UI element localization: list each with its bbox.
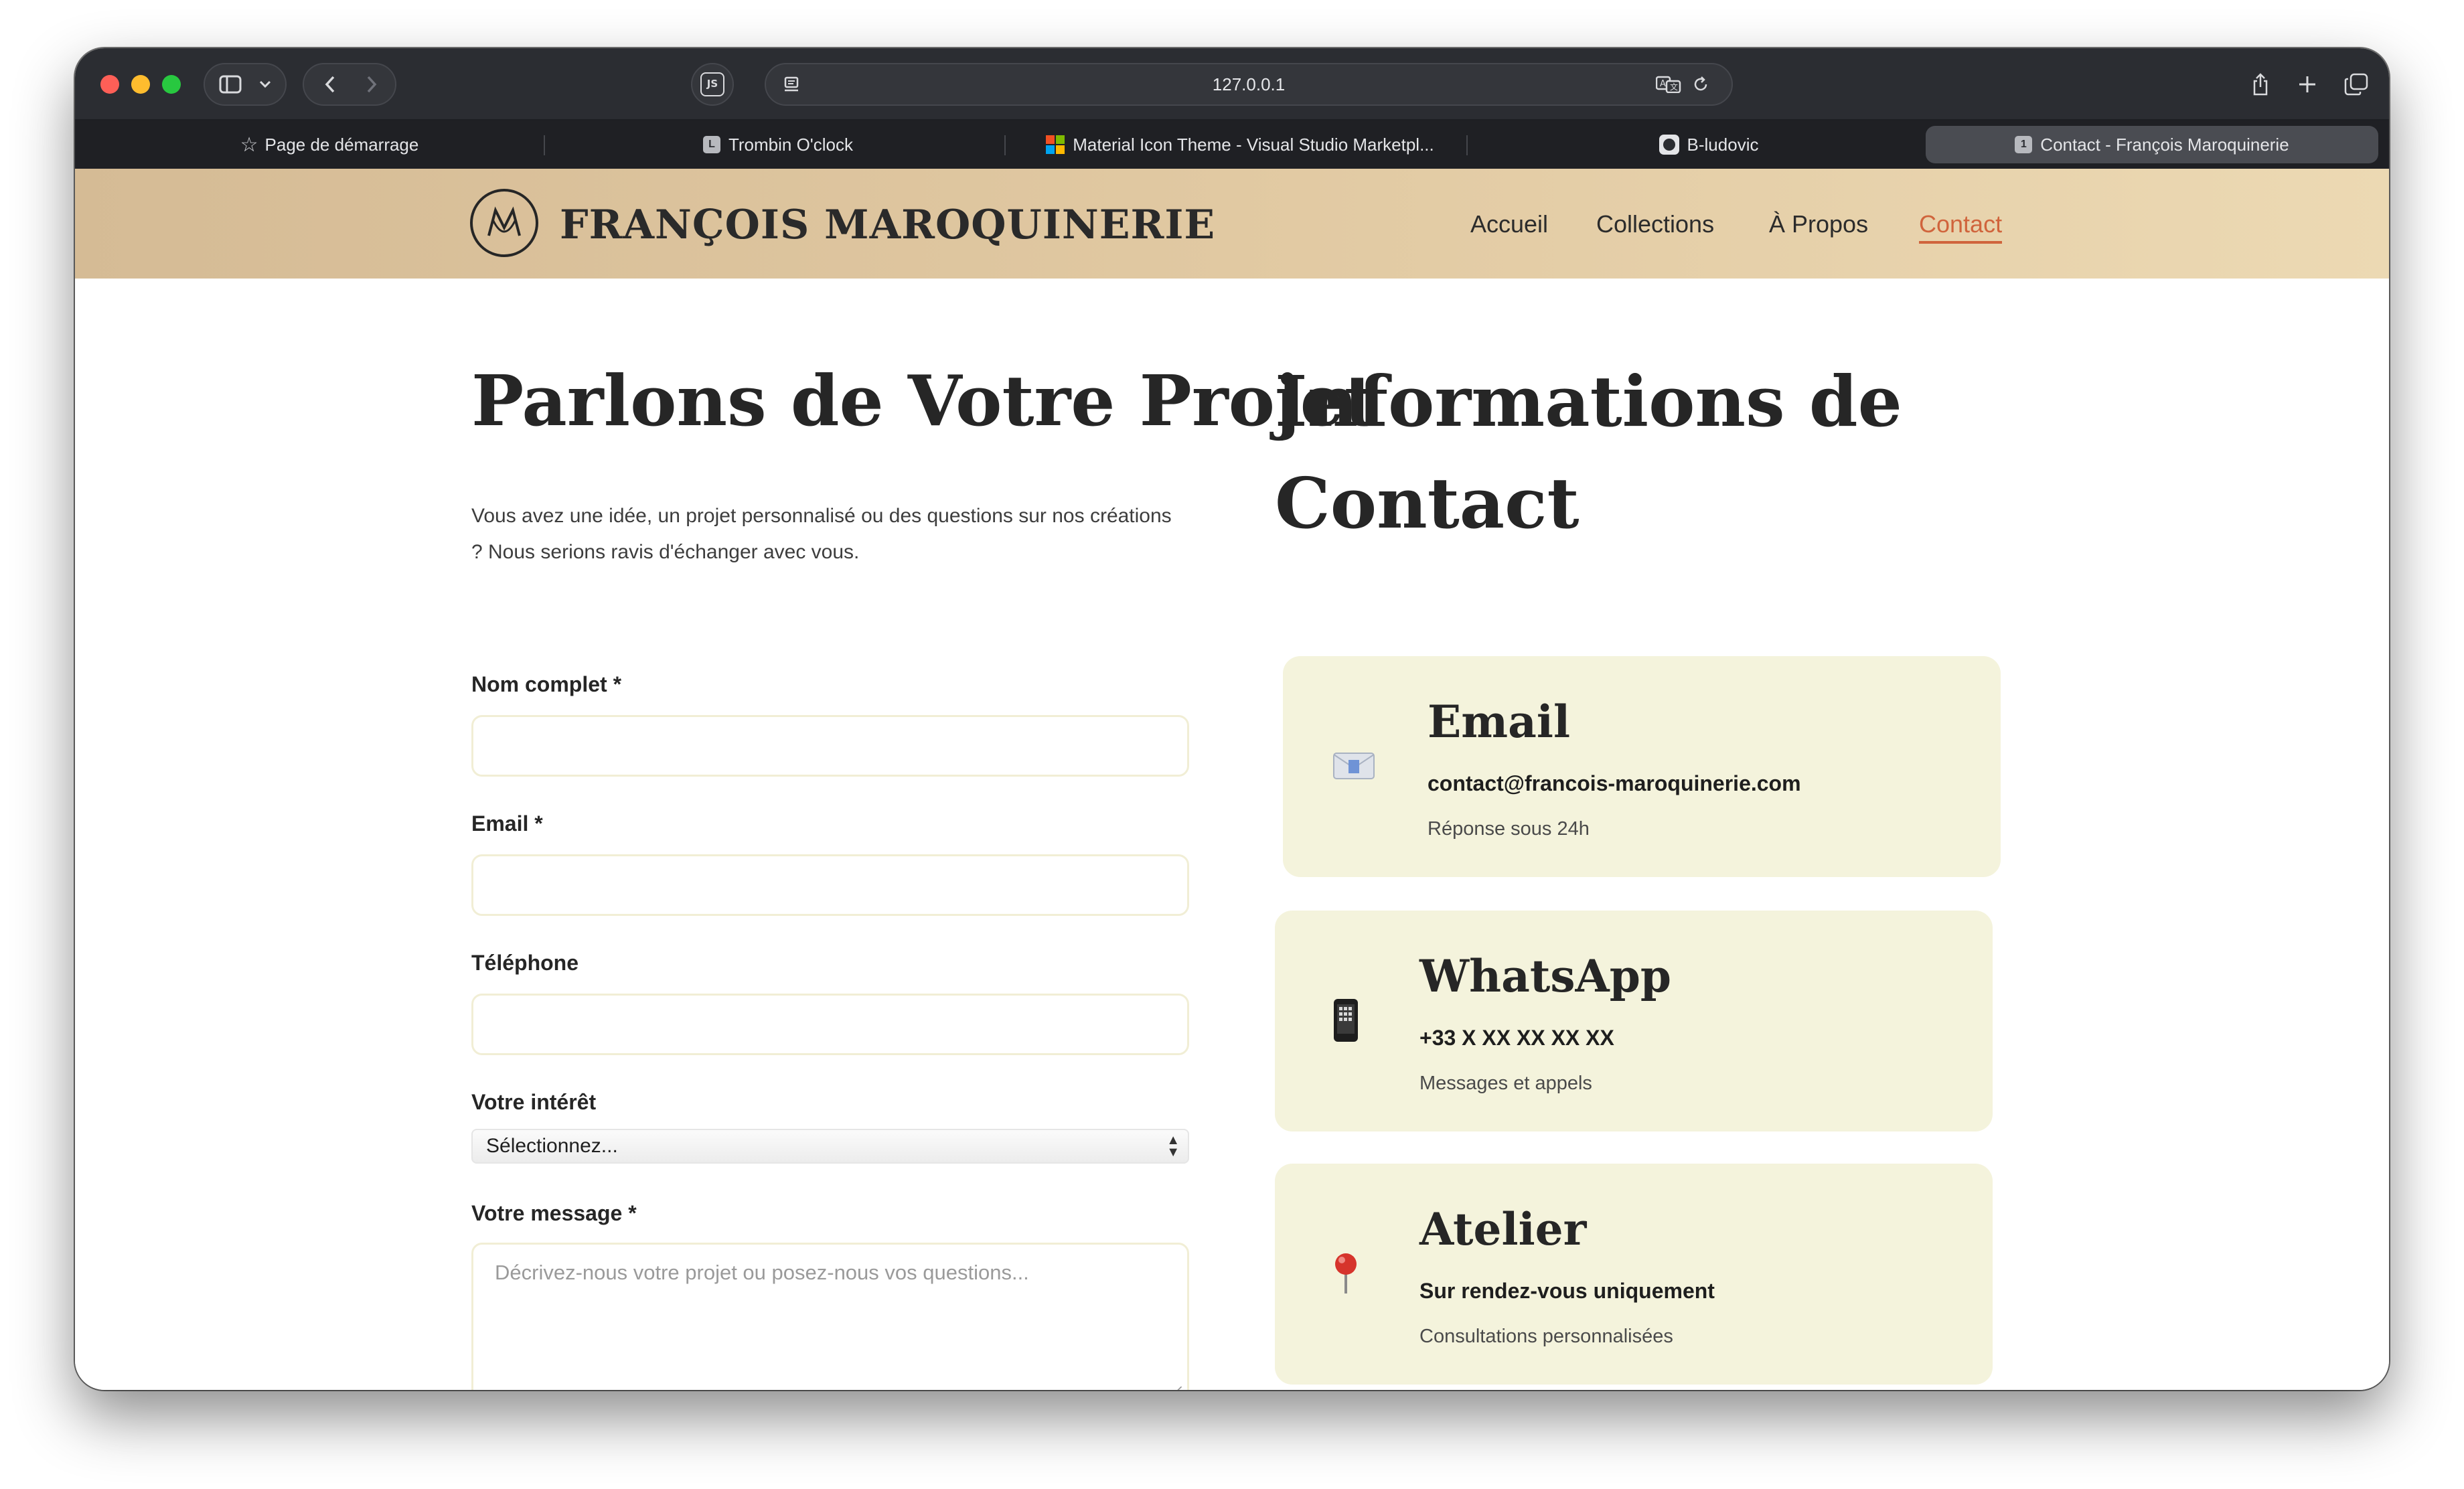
email-input[interactable] — [471, 854, 1189, 916]
js-extension-icon: JS — [699, 64, 726, 104]
extension-button[interactable]: JS — [691, 63, 734, 106]
message-label: Votre message * — [471, 1201, 637, 1225]
phone-input[interactable] — [471, 994, 1189, 1055]
tab-separator — [544, 135, 545, 155]
close-window-button[interactable] — [100, 75, 119, 94]
tab-label: B-ludovic — [1687, 134, 1759, 155]
phone-label: Téléphone — [471, 951, 579, 975]
contact-card-atelier: Atelier Sur rendez-vous uniquement Consu… — [1275, 1164, 1993, 1385]
reload-icon[interactable] — [1687, 64, 1714, 104]
atelier-card-title: Atelier — [1419, 1203, 1587, 1255]
active-nav-underline — [1919, 241, 2003, 244]
envelope-icon — [1330, 742, 1378, 790]
sidebar-toggle-group — [204, 63, 287, 106]
whatsapp-number[interactable]: +33 X XX XX XX XX — [1419, 1026, 1614, 1050]
form-title: Parlons de Votre Projet — [471, 360, 1377, 442]
pin-icon — [1322, 1249, 1370, 1298]
contact-card-email: Email contact@francois-maroquinerie.com … — [1283, 656, 2001, 877]
star-icon: ☆ — [240, 133, 258, 157]
atelier-note: Consultations personnalisées — [1419, 1326, 1673, 1347]
form-intro: Vous avez une idée, un projet personnali… — [471, 498, 1201, 570]
contact-card-whatsapp: WhatsApp +33 X XX XX XX XX Messages et a… — [1275, 911, 1993, 1131]
share-icon[interactable] — [2246, 64, 2275, 104]
brand-name[interactable]: FRANÇOIS MAROQUINERIE — [560, 198, 1215, 252]
nav-contact[interactable]: Contact — [1919, 201, 2003, 248]
tab-start-page[interactable]: ☆ Page de démarrage — [95, 126, 564, 163]
contact-title-line-2: Contact — [1275, 462, 1580, 544]
whatsapp-card-title: WhatsApp — [1419, 950, 1672, 1002]
contact-title: Informations de Contact — [1275, 351, 1902, 554]
zoom-window-button[interactable] — [162, 75, 181, 94]
message-textarea[interactable]: Décrivez-nous votre projet ou posez-nous… — [471, 1243, 1189, 1390]
nav-a-propos[interactable]: À Propos — [1769, 201, 1868, 248]
svg-text:文: 文 — [1670, 82, 1678, 92]
brand-logo-icon[interactable] — [470, 189, 538, 257]
nav-contact-label: Contact — [1919, 210, 2003, 238]
letter-l-icon: L — [702, 136, 720, 153]
tab-overview-icon[interactable] — [2341, 64, 2372, 104]
name-label: Nom complet * — [471, 672, 622, 696]
url-text: 127.0.0.1 — [1212, 74, 1286, 94]
back-arrow-icon[interactable] — [313, 64, 347, 104]
number-one-icon: 1 — [2015, 136, 2033, 153]
tab-label: Trombin O'clock — [728, 134, 854, 155]
site-header: FRANÇOIS MAROQUINERIE Accueil Collection… — [75, 169, 2389, 279]
tab-label: Page de démarrage — [264, 134, 419, 155]
tab-b-ludovic[interactable]: B-ludovic — [1481, 126, 1936, 163]
microsoft-icon — [1046, 135, 1065, 154]
tab-label: Material Icon Theme - Visual Studio Mark… — [1073, 134, 1434, 155]
email-card-title: Email — [1428, 696, 1571, 748]
new-tab-plus-icon[interactable] — [2293, 64, 2322, 104]
tab-separator — [1004, 135, 1006, 155]
tab-separator — [1466, 135, 1468, 155]
svg-text:A: A — [1660, 79, 1666, 89]
address-bar[interactable]: 127.0.0.1 A文 — [765, 63, 1733, 106]
nav-accueil[interactable]: Accueil — [1470, 201, 1548, 248]
tab-label: Contact - François Maroquinerie — [2040, 134, 2289, 155]
resize-handle-icon[interactable] — [1170, 1387, 1182, 1390]
tab-contact-active[interactable]: 1 Contact - François Maroquinerie — [1926, 126, 2378, 163]
interest-selected-value: Sélectionnez... — [486, 1135, 618, 1157]
email-response-time: Réponse sous 24h — [1428, 818, 1590, 840]
mobile-phone-icon — [1322, 996, 1370, 1044]
minimize-window-button[interactable] — [131, 75, 150, 94]
github-icon — [1659, 135, 1679, 155]
browser-toolbar: JS 127.0.0.1 A文 — [75, 48, 2389, 121]
sidebar-icon[interactable] — [214, 64, 246, 104]
chevron-down-icon[interactable] — [252, 64, 279, 104]
form-intro-line-1: Vous avez une idée, un projet personnali… — [471, 505, 1172, 527]
form-intro-line-2: ? Nous serions ravis d'échanger avec vou… — [471, 541, 860, 563]
message-placeholder: Décrivez-nous votre projet ou posez-nous… — [495, 1261, 1029, 1284]
whatsapp-note: Messages et appels — [1419, 1073, 1592, 1094]
nav-collections[interactable]: Collections — [1596, 201, 1714, 248]
email-address[interactable]: contact@francois-maroquinerie.com — [1428, 771, 1801, 796]
translate-icon[interactable]: A文 — [1654, 64, 1683, 104]
interest-select[interactable]: Sélectionnez... ▲ ▼ — [471, 1129, 1189, 1164]
navigation-buttons — [303, 63, 396, 106]
tab-material-icon-theme[interactable]: Material Icon Theme - Visual Studio Mark… — [1012, 126, 1468, 163]
tab-bar: ☆ Page de démarrage L Trombin O'clock Ma… — [75, 121, 2389, 169]
interest-label: Votre intérêt — [471, 1090, 597, 1114]
tab-trombin[interactable]: L Trombin O'clock — [564, 126, 992, 163]
contact-title-line-1: Informations de — [1275, 360, 1902, 443]
forward-arrow-icon[interactable] — [355, 64, 388, 104]
select-arrows-icon: ▲ ▼ — [1166, 1133, 1180, 1160]
browser-window: JS 127.0.0.1 A文 ☆ Page de démarrage L Tr… — [75, 48, 2389, 1390]
name-input[interactable] — [471, 715, 1189, 777]
email-label: Email * — [471, 811, 543, 836]
atelier-availability: Sur rendez-vous uniquement — [1419, 1279, 1715, 1303]
main-content: Parlons de Votre Projet Vous avez une id… — [75, 279, 2389, 1390]
